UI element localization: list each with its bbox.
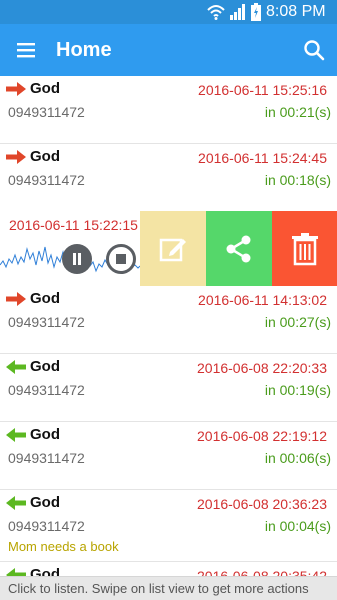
signal-icon [230,4,245,20]
battery-charging-icon [251,3,261,21]
phone-number: 0949311472 [8,450,85,466]
edit-icon [159,238,186,261]
app-bar: Home [0,24,337,76]
call-date: 2016-06-08 20:35:42 [197,568,327,576]
hint-text: Click to listen. Swipe on list view to g… [8,581,309,596]
swiped-call-row[interactable]: 2016-06-11 15:22:15 [0,211,337,286]
outgoing-arrow-icon [6,292,26,306]
caller-name: God [30,80,60,97]
phone-number: 0949311472 [8,104,85,120]
incoming-arrow-icon [6,360,26,374]
call-duration: in 00:18(s) [264,172,331,188]
call-duration: in 00:27(s) [264,314,331,330]
call-date: 2016-06-11 15:25:16 [198,82,327,98]
wifi-icon [207,5,225,20]
menu-icon[interactable] [16,40,36,60]
edit-button[interactable] [140,211,206,286]
call-date: 2016-06-11 15:22:15 [9,217,138,233]
phone-number: 0949311472 [8,518,85,534]
share-button[interactable] [206,211,272,286]
call-row[interactable]: God 2016-06-08 20:35:42 [0,562,337,576]
call-row[interactable]: God 2016-06-08 22:19:12 0949311472 in 00… [0,422,337,490]
call-date: 2016-06-08 22:19:12 [197,428,327,444]
stop-icon [116,254,126,264]
call-note: Mom needs a book [8,539,119,554]
caller-name: God [30,494,60,511]
page-title: Home [56,39,112,61]
pause-button[interactable] [62,244,92,274]
caller-name: God [30,426,60,443]
call-row[interactable]: God 2016-06-11 14:13:02 0949311472 in 00… [0,286,337,354]
call-date: 2016-06-08 22:20:33 [197,360,327,376]
share-icon [226,235,251,262]
call-date: 2016-06-11 15:24:45 [198,150,327,166]
status-bar: 8:08 PM [0,0,337,24]
caller-name: God [30,290,60,307]
incoming-arrow-icon [6,496,26,510]
call-duration: in 00:21(s) [264,104,331,120]
call-row[interactable]: God 2016-06-11 15:24:45 0949311472 in 00… [0,144,337,212]
phone-number: 0949311472 [8,314,85,330]
stop-button[interactable] [106,244,136,274]
pause-icon [73,253,81,265]
delete-button[interactable] [272,211,337,286]
outgoing-arrow-icon [6,150,26,164]
call-duration: in 00:04(s) [264,518,331,534]
incoming-arrow-icon [6,568,26,576]
call-row[interactable]: God 2016-06-11 15:25:16 0949311472 in 00… [0,76,337,144]
hint-bar: Click to listen. Swipe on list view to g… [0,576,337,600]
incoming-arrow-icon [6,428,26,442]
call-duration: in 00:19(s) [264,382,331,398]
search-icon[interactable] [303,39,325,61]
call-row[interactable]: God 2016-06-08 22:20:33 0949311472 in 00… [0,354,337,422]
call-list[interactable]: God 2016-06-11 15:25:16 0949311472 in 00… [0,76,337,576]
status-time: 8:08 PM [266,3,326,20]
caller-name: God [30,566,60,576]
outgoing-arrow-icon [6,82,26,96]
caller-name: God [30,358,60,375]
phone-number: 0949311472 [8,382,85,398]
call-date: 2016-06-08 20:36:23 [197,496,327,512]
call-duration: in 00:06(s) [264,450,331,466]
call-date: 2016-06-11 14:13:02 [198,292,327,308]
call-row[interactable]: God 2016-06-08 20:36:23 0949311472 in 00… [0,490,337,562]
caller-name: God [30,148,60,165]
delete-icon [291,232,318,265]
phone-number: 0949311472 [8,172,85,188]
